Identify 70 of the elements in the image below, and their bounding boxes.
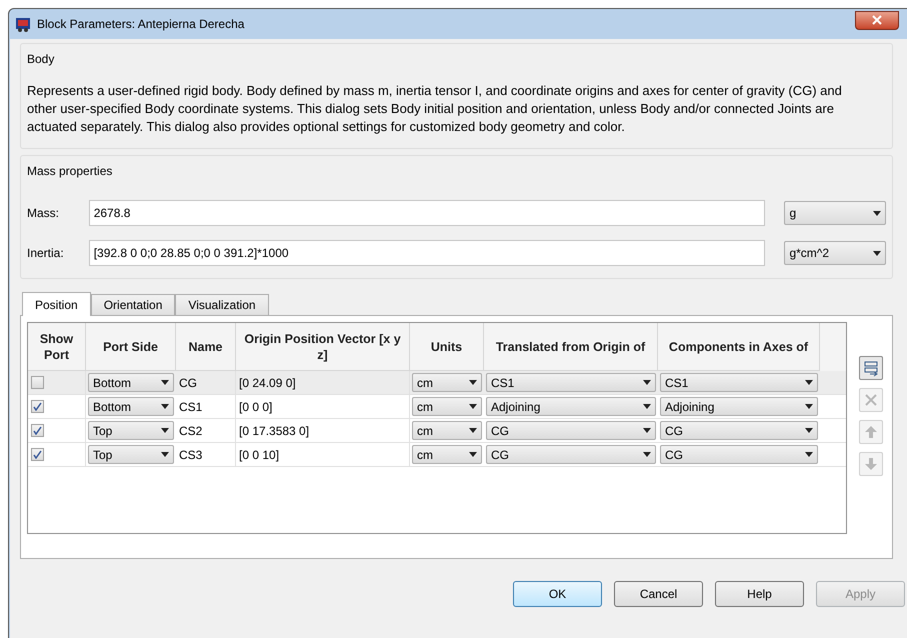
dropdown[interactable]: CG [660, 445, 818, 464]
dropdown[interactable]: Adjoining [660, 397, 818, 416]
table-cell[interactable]: [0 0 0] [236, 395, 410, 418]
caret-icon [643, 380, 651, 385]
tab[interactable]: Visualization [175, 294, 269, 315]
dropdown[interactable]: Bottom [88, 373, 174, 392]
app-icon [15, 16, 31, 32]
description: Represents a user-defined rigid body. Body defined by mass m, inertia tensor I, and coordinate origins and axes for center of gravity (CG) and other user-specified Body coordinate systems. This dialog sets Body initial position and orientation, unless Body and/or connected Joints are actuated separately. This dialog also provides optional settings for customized body geometry and color. [27, 82, 843, 136]
dropdown[interactable]: cm [412, 421, 482, 440]
table-cell[interactable]: [0 24.09 0] [236, 371, 410, 394]
group-title: Mass properties [27, 163, 114, 180]
caret-icon [805, 404, 813, 409]
caret-icon [161, 404, 169, 409]
close-button[interactable] [855, 10, 899, 30]
close-icon [872, 15, 882, 25]
checkbox[interactable] [31, 424, 44, 437]
group-title: Body [27, 51, 56, 68]
caret-icon [161, 452, 169, 457]
caret-icon [469, 404, 477, 409]
caret-icon [643, 452, 651, 457]
dropdown[interactable]: Top [88, 445, 174, 464]
dropdown[interactable]: g [784, 201, 886, 225]
dropdown[interactable]: cm [412, 373, 482, 392]
dropdown[interactable]: Top [88, 421, 174, 440]
dropdown[interactable]: CS1 [660, 373, 818, 392]
checkbox[interactable] [31, 376, 44, 389]
caret-icon [643, 404, 651, 409]
dropdown[interactable]: Bottom [88, 397, 174, 416]
dialog-button[interactable]: Help [715, 581, 804, 607]
dialog-button[interactable]: OK [513, 581, 602, 607]
caret-icon [873, 210, 881, 216]
add-row-icon [862, 359, 880, 377]
dropdown[interactable]: Adjoining [486, 397, 656, 416]
caret-icon [469, 380, 477, 385]
caret-icon [805, 428, 813, 433]
checkbox[interactable] [31, 400, 44, 413]
check-icon [33, 426, 42, 435]
caret-icon [469, 452, 477, 457]
field-label: Inertia: [27, 245, 65, 262]
window-title: Block Parameters: Antepierna Derecha [37, 16, 244, 33]
table-cell: CG [176, 371, 236, 394]
tab[interactable]: Position [22, 292, 91, 316]
table-cell: CS1 [176, 395, 236, 418]
caret-icon [161, 428, 169, 433]
caret-icon [161, 380, 169, 385]
check-icon [33, 450, 42, 459]
dropdown[interactable]: g*cm^2 [784, 241, 886, 265]
checkbox[interactable] [31, 448, 44, 461]
dropdown[interactable]: CG [660, 421, 818, 440]
table-cell: CS3 [176, 443, 236, 466]
field-label: Mass: [27, 205, 60, 222]
caret-icon [643, 428, 651, 433]
dropdown[interactable]: CS1 [486, 373, 656, 392]
input-field[interactable]: [392.8 0 0;0 28.85 0;0 0 391.2]*1000 [88, 240, 766, 266]
caret-icon [469, 428, 477, 433]
table-cell[interactable]: [0 0 10] [236, 443, 410, 466]
dropdown[interactable]: cm [412, 445, 482, 464]
caret-icon [805, 452, 813, 457]
dropdown[interactable]: CG [486, 445, 656, 464]
tab[interactable]: Orientation [90, 294, 176, 315]
caret-icon [873, 250, 881, 256]
toolbar-button[interactable] [859, 356, 883, 380]
caret-icon [805, 380, 813, 385]
table-cell[interactable]: [0 17.3583 0] [236, 419, 410, 442]
dropdown[interactable]: CG [486, 421, 656, 440]
dialog-button[interactable]: Cancel [614, 581, 703, 607]
check-icon [33, 402, 42, 411]
dropdown[interactable]: cm [412, 397, 482, 416]
input-field[interactable]: 2678.8 [88, 200, 766, 226]
table-cell: CS2 [176, 419, 236, 442]
